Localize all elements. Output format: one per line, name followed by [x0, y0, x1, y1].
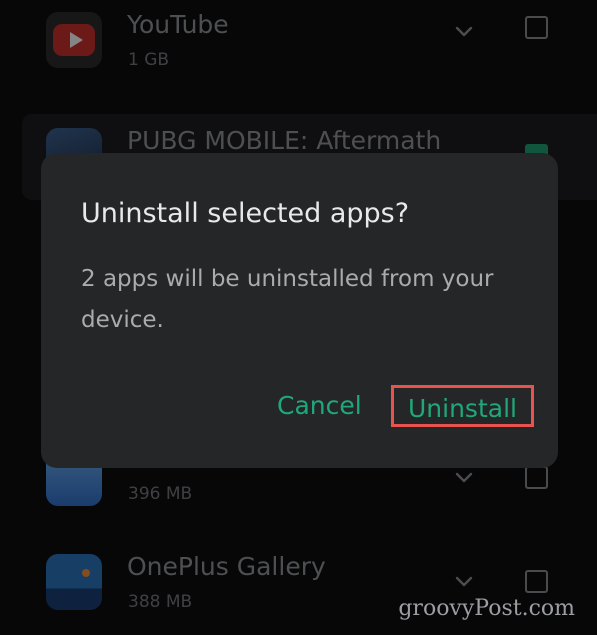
cancel-button[interactable]: Cancel — [277, 385, 362, 427]
uninstall-button[interactable]: Uninstall — [391, 385, 534, 427]
watermark: groovyPost.com — [398, 596, 575, 621]
dialog-message: 2 apps will be uninstalled from your dev… — [81, 266, 494, 333]
dialog-title: Uninstall selected apps? — [81, 198, 410, 229]
uninstall-dialog: Uninstall selected apps? 2 apps will be … — [41, 153, 558, 468]
